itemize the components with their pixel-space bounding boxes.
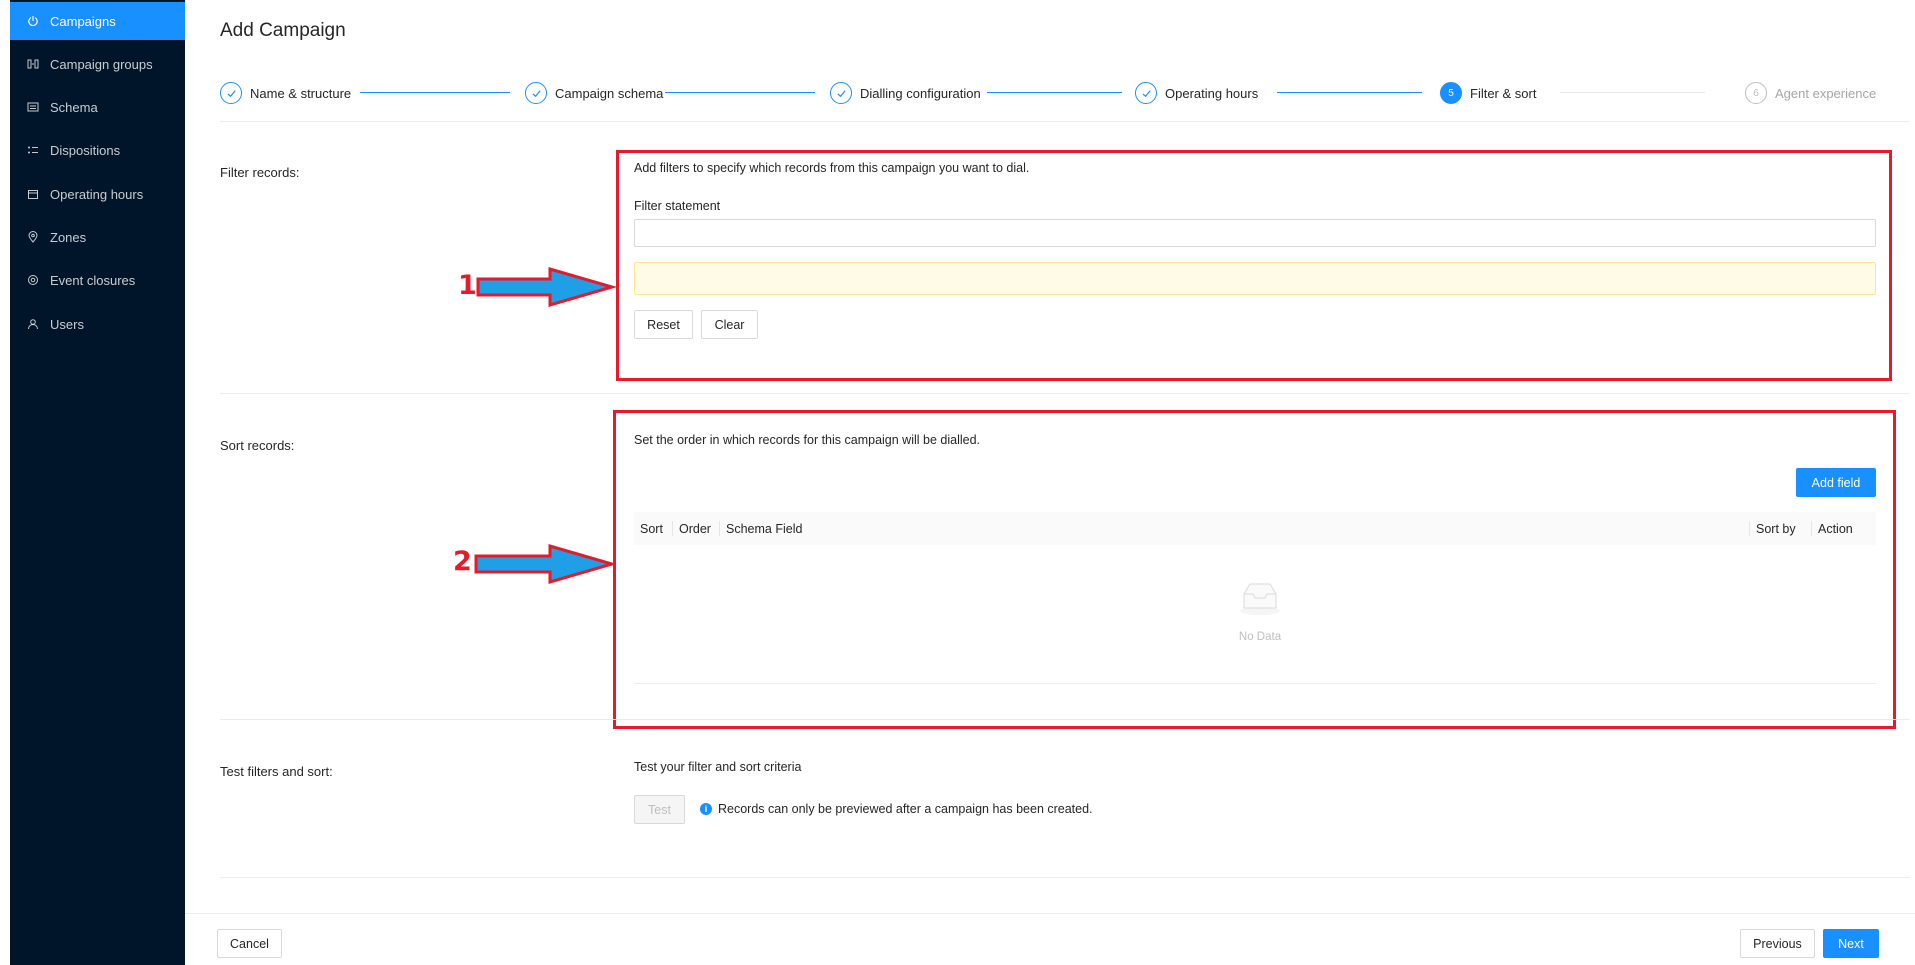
sidebar-item-zones[interactable]: Zones: [10, 218, 185, 256]
sidebar-item-operating-hours[interactable]: Operating hours: [10, 175, 185, 213]
sidebar-item-users[interactable]: Users: [10, 305, 185, 343]
calendar-icon: [26, 187, 40, 201]
sidebar-item-label: Campaigns: [50, 13, 116, 29]
power-icon: [26, 14, 40, 28]
sidebar-item-label: Schema: [50, 99, 98, 115]
step-connector: [360, 92, 510, 93]
check-icon: [830, 82, 852, 104]
test-info-text: Records can only be previewed after a ca…: [718, 802, 1093, 816]
target-icon: [26, 273, 40, 287]
step-operating-hours[interactable]: Operating hours: [1135, 80, 1258, 106]
sidebar-item-label: Dispositions: [50, 142, 121, 158]
step-number: 5: [1440, 82, 1462, 104]
sidebar-item-label: Operating hours: [50, 186, 144, 202]
user-icon: [26, 317, 40, 331]
info-icon: i: [700, 803, 712, 815]
left-margin: [0, 0, 10, 965]
sidebar-item-campaign-groups[interactable]: Campaign groups: [10, 45, 185, 83]
annotation-arrow-1-icon: [476, 267, 616, 307]
highlight-box-sort: [613, 410, 1896, 729]
step-agent-experience[interactable]: 6 Agent experience: [1745, 80, 1876, 106]
cancel-button[interactable]: Cancel: [217, 929, 282, 958]
test-filters-label: Test filters and sort:: [220, 764, 333, 779]
step-filter-sort[interactable]: 5 Filter & sort: [1440, 80, 1536, 106]
steps-bar: Name & structure Campaign schema Diallin…: [220, 80, 1910, 106]
sidebar-item-event-closures[interactable]: Event closures: [10, 261, 185, 299]
step-connector: [1277, 92, 1422, 93]
sidebar-item-label: Zones: [50, 229, 87, 245]
sidebar-item-schema[interactable]: Schema: [10, 88, 185, 126]
footer-divider: [185, 913, 1915, 914]
sidebar-item-dispositions[interactable]: Dispositions: [10, 131, 185, 169]
step-number: 6: [1745, 82, 1767, 104]
list-icon: [26, 143, 40, 157]
sort-records-label: Sort records:: [220, 438, 295, 453]
sidebar-item-label: Campaign groups: [50, 56, 153, 72]
test-description: Test your filter and sort criteria: [634, 760, 802, 774]
next-button[interactable]: Next: [1823, 929, 1879, 958]
test-button[interactable]: Test: [634, 795, 685, 824]
divider: [220, 393, 1910, 394]
main-content: Add Campaign Name & structure Campaign s…: [185, 0, 1915, 965]
divider: [220, 121, 1910, 122]
divider: [220, 877, 1910, 878]
sidebar-item-label: Event closures: [50, 272, 136, 288]
campaign-groups-icon: [26, 57, 40, 71]
divider: [220, 719, 1910, 720]
sidebar: Campaigns Campaign groups Schema Disposi…: [10, 0, 185, 965]
previous-button[interactable]: Previous: [1740, 929, 1815, 958]
step-dialling-configuration[interactable]: Dialling configuration: [830, 80, 981, 106]
highlight-box-filter: [616, 150, 1892, 381]
schema-icon: [26, 100, 40, 114]
annotation-number-1: 1: [458, 270, 477, 301]
location-pin-icon: [26, 230, 40, 244]
check-icon: [525, 82, 547, 104]
sidebar-item-label: Users: [50, 316, 84, 332]
step-connector: [665, 92, 815, 93]
annotation-number-2: 2: [453, 546, 472, 577]
sidebar-item-campaigns[interactable]: Campaigns: [10, 2, 185, 40]
step-connector: [1560, 92, 1705, 93]
annotation-arrow-2-icon: [474, 544, 616, 584]
step-campaign-schema[interactable]: Campaign schema: [525, 80, 663, 106]
step-connector: [987, 92, 1122, 93]
page-title: Add Campaign: [220, 20, 346, 41]
check-icon: [1135, 82, 1157, 104]
filter-records-label: Filter records:: [220, 165, 300, 180]
step-name-structure[interactable]: Name & structure: [220, 80, 351, 106]
check-icon: [220, 82, 242, 104]
